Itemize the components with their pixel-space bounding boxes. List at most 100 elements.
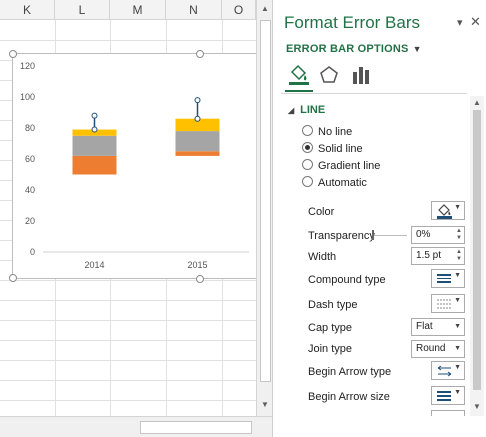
compound-type-button[interactable]: ▼ xyxy=(431,269,465,288)
chevron-down-icon: ▼ xyxy=(454,204,461,211)
sheet-vertical-scrollbar[interactable]: ▲ ▼ xyxy=(256,0,272,416)
transparency-slider-handle[interactable] xyxy=(372,230,374,240)
radio-gradient-line[interactable]: Gradient line xyxy=(302,159,380,173)
y-tick-label[interactable]: 120 xyxy=(20,61,35,71)
error-bar-handle[interactable] xyxy=(194,115,201,122)
x-tick-label[interactable]: 2014 xyxy=(84,260,104,270)
transparency-value: 0% xyxy=(416,229,431,240)
divider xyxy=(281,93,467,94)
radio-solid-line[interactable]: Solid line xyxy=(302,142,363,156)
y-tick-label[interactable]: 100 xyxy=(20,92,35,102)
radio-label: Gradient line xyxy=(318,160,381,172)
radio-label: Automatic xyxy=(318,177,367,189)
pane-title: Format Error Bars xyxy=(284,13,421,32)
options-label: ERROR BAR OPTIONS xyxy=(286,43,409,55)
width-input[interactable]: 1.5 pt ▲ ▼ xyxy=(411,247,465,265)
y-tick-label[interactable]: 60 xyxy=(25,154,35,164)
scroll-up-icon[interactable]: ▲ xyxy=(473,98,481,107)
arrows-icon xyxy=(437,365,452,377)
begin-arrow-size-label: Begin Arrow size xyxy=(308,391,390,403)
paint-bucket-icon xyxy=(437,204,452,219)
radio-automatic[interactable]: Automatic xyxy=(302,176,367,190)
chevron-down-icon: ▼ xyxy=(454,364,461,371)
column-header-k[interactable]: K xyxy=(0,0,55,20)
chevron-down-icon: ▼ xyxy=(454,345,461,352)
sheet-horizontal-scrollbar[interactable] xyxy=(0,416,272,437)
spinner-arrows-icon[interactable]: ▲ ▼ xyxy=(456,228,462,242)
scroll-down-icon[interactable]: ▼ xyxy=(261,400,269,409)
bar-chart-options-icon[interactable] xyxy=(349,64,373,86)
error-bar-handle[interactable] xyxy=(91,112,98,119)
row-gridline xyxy=(0,360,256,361)
column-header-m[interactable]: M xyxy=(110,0,166,20)
collapse-triangle-icon: ◢ xyxy=(288,106,295,115)
scroll-down-icon[interactable]: ▼ xyxy=(473,402,481,411)
chevron-down-icon: ▼ xyxy=(454,389,461,396)
row-gridline xyxy=(0,380,256,381)
radio-circle-icon xyxy=(302,176,313,187)
join-type-select[interactable]: Round ▼ xyxy=(411,340,465,358)
scroll-thumb[interactable] xyxy=(260,20,271,382)
color-picker-button[interactable]: ▼ xyxy=(431,201,465,220)
chart-resize-handle-bottom[interactable] xyxy=(196,275,204,283)
dash-type-button[interactable]: ▼ xyxy=(431,294,465,313)
fill-line-icon[interactable] xyxy=(287,64,311,86)
cap-type-select[interactable]: Flat ▼ xyxy=(411,318,465,336)
column-header-o[interactable]: O xyxy=(222,0,256,20)
y-tick-label[interactable]: 0 xyxy=(30,247,35,257)
selected-tab-indicator xyxy=(285,90,313,92)
color-label: Color xyxy=(308,206,335,218)
close-icon[interactable]: ✕ xyxy=(470,14,481,30)
radio-selected-icon xyxy=(302,142,313,153)
chevron-down-icon: ▼ xyxy=(454,297,461,304)
chevron-down-icon[interactable]: ▾ xyxy=(457,16,463,29)
section-line[interactable]: ◢ LINE xyxy=(288,104,325,116)
y-tick-label[interactable]: 20 xyxy=(25,216,35,226)
cap-type-label: Cap type xyxy=(308,322,353,334)
bar-segment[interactable] xyxy=(175,131,220,152)
chart-resize-handle-bottom-left[interactable] xyxy=(9,274,17,282)
scroll-thumb[interactable] xyxy=(140,421,252,434)
x-tick-label[interactable]: 2015 xyxy=(187,260,207,270)
pane-scrollbar[interactable]: ▲ ▼ xyxy=(470,96,484,416)
radio-label: No line xyxy=(318,126,353,138)
section-label: LINE xyxy=(300,104,326,116)
column-header-n[interactable]: N xyxy=(166,0,222,20)
scroll-up-icon[interactable]: ▲ xyxy=(261,4,269,13)
compound-type-label: Compound type xyxy=(308,274,386,286)
row-gridline xyxy=(0,300,256,301)
radio-circle-icon xyxy=(302,125,313,136)
row-gridline xyxy=(0,320,256,321)
dash-type-label: Dash type xyxy=(308,299,358,311)
bar-segment[interactable] xyxy=(72,135,117,156)
y-tick-label[interactable]: 80 xyxy=(25,123,35,133)
chart-resize-handle-top[interactable] xyxy=(196,50,204,58)
bar-segment[interactable] xyxy=(175,151,220,156)
row-gridline xyxy=(0,40,256,41)
error-bar-handle[interactable] xyxy=(91,126,98,133)
transparency-label: Transparency xyxy=(308,230,375,242)
column-header-l[interactable]: L xyxy=(55,0,110,20)
transparency-slider-track[interactable] xyxy=(373,235,407,236)
width-label: Width xyxy=(308,251,337,263)
effects-pentagon-icon[interactable] xyxy=(317,64,341,86)
begin-arrow-type-button[interactable]: ▼ xyxy=(431,361,465,380)
radio-circle-icon xyxy=(302,159,313,170)
begin-arrow-size-button[interactable]: ▼ xyxy=(431,386,465,405)
spinner-arrows-icon[interactable]: ▲ ▼ xyxy=(456,249,462,263)
bar-segment[interactable] xyxy=(72,155,117,175)
arrow-size-icon xyxy=(437,391,451,401)
options-dropdown[interactable]: ERROR BAR OPTIONS ▼ xyxy=(286,43,422,55)
radio-label: Solid line xyxy=(318,143,363,155)
radio-no-line[interactable]: No line xyxy=(302,125,352,139)
scroll-thumb[interactable] xyxy=(473,110,481,390)
width-value: 1.5 pt xyxy=(416,250,442,261)
stacked-column-chart[interactable]: 0 20 40 60 80 100 120 2014 2015 xyxy=(13,54,259,278)
error-bar-handle[interactable] xyxy=(194,97,201,104)
chart-area[interactable]: 0 20 40 60 80 100 120 2014 2015 xyxy=(12,53,260,279)
y-tick-label[interactable]: 40 xyxy=(25,185,35,195)
chart-resize-handle-top-left[interactable] xyxy=(9,50,17,58)
transparency-input[interactable]: 0% ▲ ▼ xyxy=(411,226,465,244)
join-type-label: Join type xyxy=(308,343,353,355)
row-gridline xyxy=(0,280,256,281)
